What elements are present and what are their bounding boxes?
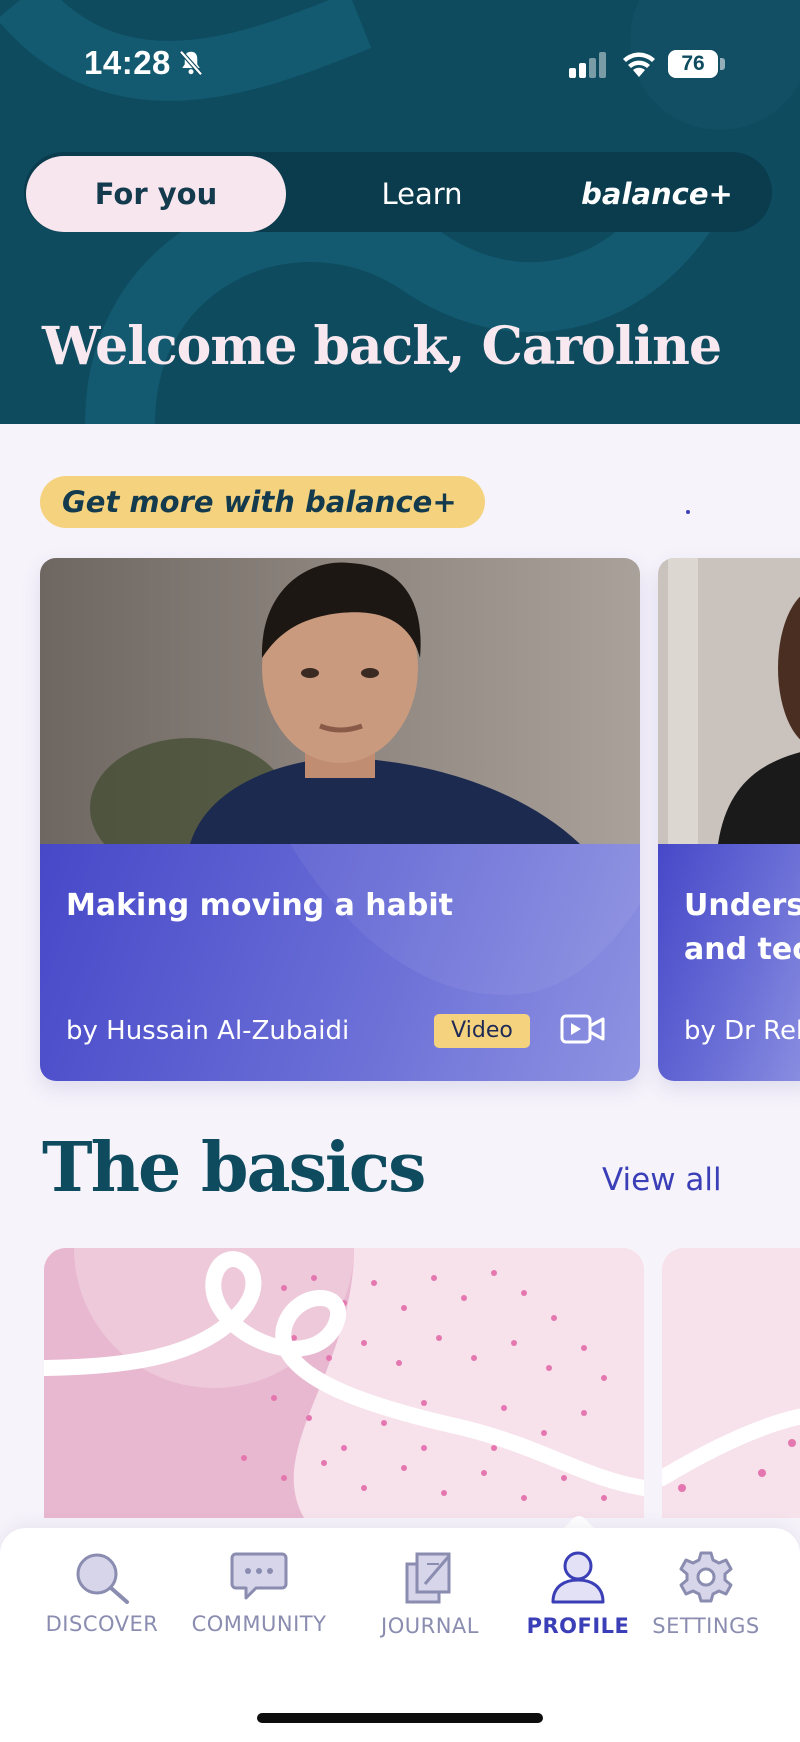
featured-card[interactable]: Making moving a habit by Hussain Al-Zuba…: [40, 558, 640, 1081]
nav-community[interactable]: COMMUNITY: [174, 1548, 344, 1636]
cellular-signal-icon: [569, 52, 606, 78]
tab-for-you[interactable]: For you: [26, 156, 286, 232]
nav-label: DISCOVER: [45, 1612, 159, 1636]
settings-icon: [679, 1551, 733, 1603]
nav-label: JOURNAL: [381, 1614, 479, 1638]
video-camera-icon: [560, 1014, 605, 1044]
presenter-photo: [658, 558, 800, 844]
nav-journal[interactable]: JOURNAL: [345, 1548, 515, 1638]
basics-card[interactable]: [662, 1248, 800, 1518]
home-indicator: [257, 1713, 543, 1723]
community-icon: [230, 1552, 288, 1600]
featured-card-body: Underst and tec by Dr Reb: [658, 844, 800, 1081]
card-title: Underst and tec: [684, 884, 800, 972]
battery-indicator: 76: [668, 50, 718, 78]
card-title-line: and tec: [684, 932, 800, 967]
basics-card[interactable]: [44, 1248, 644, 1518]
view-all-link[interactable]: View all: [602, 1162, 722, 1198]
bell-off-icon: [179, 50, 203, 76]
status-time: 14:28: [84, 44, 171, 81]
card-author: by Dr Reb: [684, 1016, 800, 1046]
wifi-icon: [623, 52, 655, 77]
journal-icon: [405, 1552, 451, 1604]
segmented-tabs: For you Learn balance+: [24, 152, 772, 232]
featured-card[interactable]: Underst and tec by Dr Reb: [658, 558, 800, 1081]
tab-balance-plus[interactable]: balance+: [544, 156, 770, 232]
basics-card-artwork: [44, 1248, 644, 1518]
basics-heading: The basics: [42, 1128, 426, 1208]
battery-tip: [720, 58, 725, 70]
nav-discover[interactable]: DISCOVER: [17, 1548, 187, 1636]
bottom-navigation: DISCOVER COMMUNITY JOURNAL PROFILE SETTI…: [0, 1528, 800, 1742]
carousel-page-indicator: [686, 510, 690, 514]
nav-settings[interactable]: SETTINGS: [621, 1548, 791, 1638]
video-badge: Video: [434, 1014, 530, 1048]
profile-icon: [551, 1551, 605, 1604]
featured-card-body: Making moving a habit by Hussain Al-Zuba…: [40, 844, 640, 1081]
tab-learn[interactable]: Learn: [300, 156, 544, 232]
nav-label: SETTINGS: [652, 1614, 760, 1638]
discover-icon: [76, 1553, 129, 1604]
basics-card-artwork: [662, 1248, 800, 1518]
card-title-line: Underst: [684, 888, 800, 923]
card-title: Making moving a habit: [66, 888, 453, 923]
nav-label: COMMUNITY: [191, 1612, 327, 1636]
header: 14:28 76 For you Learn balance+ Welcome …: [0, 0, 800, 424]
status-bar: 14:28 76: [0, 0, 800, 110]
welcome-heading: Welcome back, Caroline: [42, 316, 722, 377]
balance-plus-promo-button[interactable]: Get more with balance+: [40, 476, 485, 528]
card-author: by Hussain Al-Zubaidi: [66, 1016, 350, 1046]
presenter-photo: [40, 558, 640, 844]
